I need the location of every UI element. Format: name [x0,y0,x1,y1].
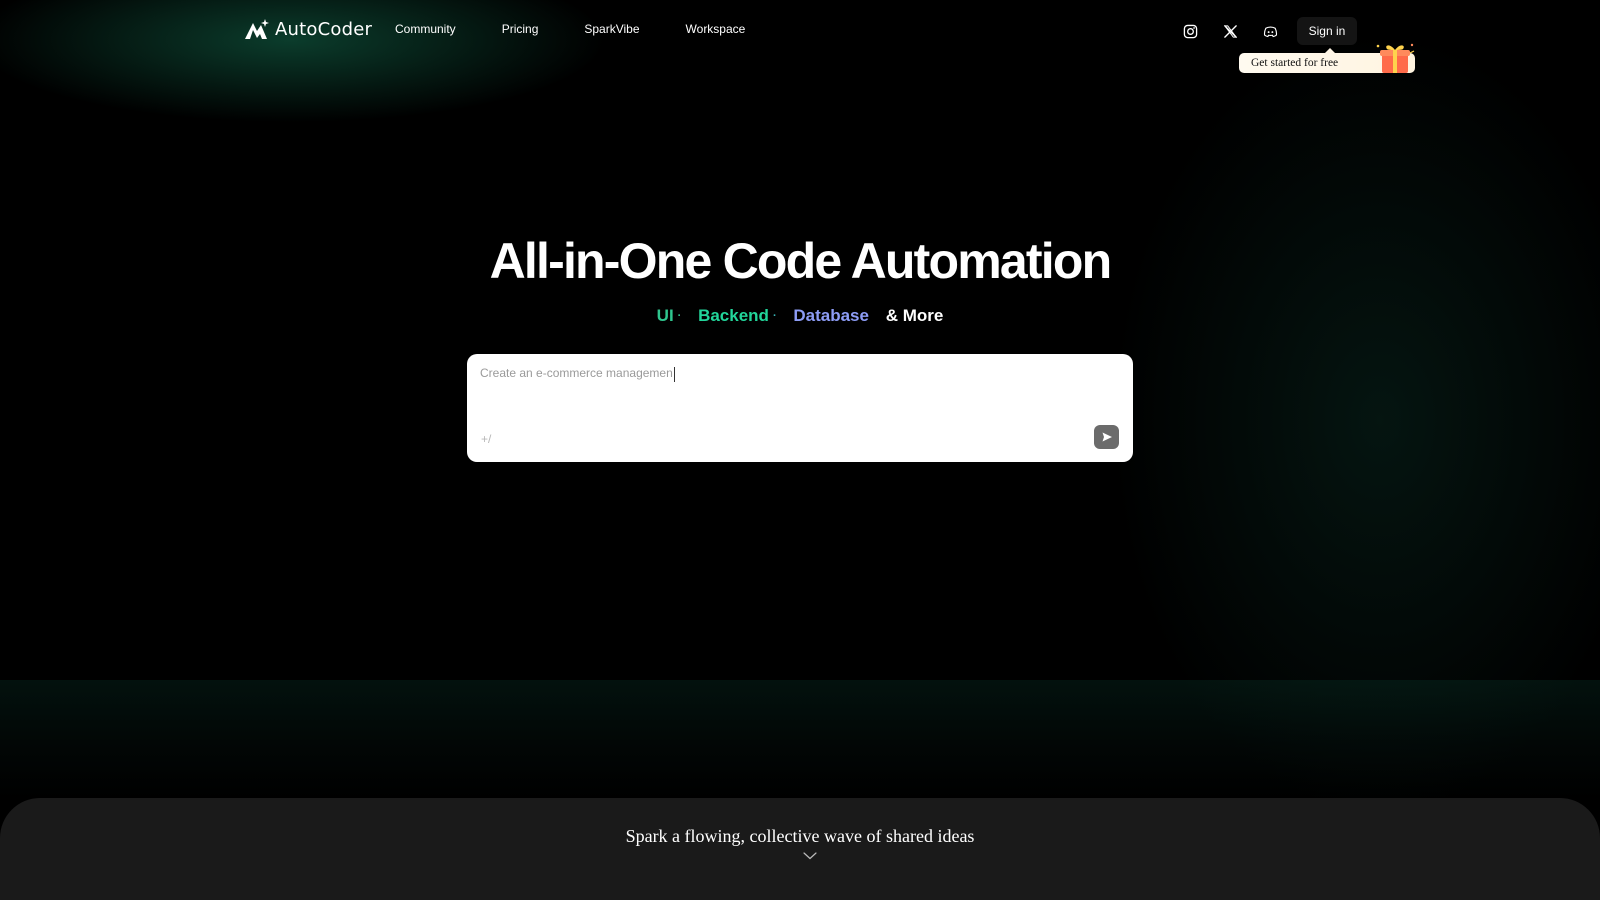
main-nav: Community Pricing SparkVibe Workspace [395,22,791,36]
feature-separator: · [772,310,777,322]
feature-list: UI · Backend · Database & More [0,306,1600,326]
nav-pricing[interactable]: Pricing [502,22,539,36]
x-link[interactable] [1221,22,1239,40]
prompt-input[interactable]: Create an e-commerce managemen [480,366,1100,426]
bottom-glow [0,680,1600,800]
command-hint[interactable]: +/ [481,432,491,446]
nav-community[interactable]: Community [395,22,456,36]
discord-link[interactable] [1261,22,1279,40]
hero-title: All-in-One Code Automation [489,233,1113,289]
prompt-card: Create an e-commerce managemen +/ [467,354,1133,462]
x-icon [1223,24,1237,38]
feature-ui: UI [656,306,674,325]
discord-icon [1263,25,1277,37]
nav-sparkvibe[interactable]: SparkVibe [584,22,639,36]
feature-more: & More [885,306,944,325]
page: AutoCoder Community Pricing SparkVibe Wo… [0,0,1600,900]
feature-database: Database [793,306,869,325]
nav-workspace[interactable]: Workspace [686,22,746,36]
brand-logo-icon [245,19,269,39]
sign-in-button[interactable]: Sign in [1297,17,1357,45]
tagline: Spark a flowing, collective wave of shar… [625,826,975,846]
brand-name: AutoCoder [275,18,373,40]
send-button[interactable] [1094,425,1119,449]
top-header: AutoCoder Community Pricing SparkVibe Wo… [0,0,1600,73]
text-caret [674,367,675,382]
instagram-icon [1183,24,1197,38]
send-icon [1102,432,1112,442]
brand-logo[interactable]: AutoCoder [243,17,372,41]
get-started-promo[interactable]: Get started for free [1239,43,1415,73]
chevron-down-icon[interactable] [803,852,817,860]
feature-separator: · [677,310,682,322]
bottom-panel [0,798,1600,900]
gift-icon [1376,43,1415,73]
instagram-link[interactable] [1181,22,1199,40]
feature-backend: Backend [698,306,769,325]
